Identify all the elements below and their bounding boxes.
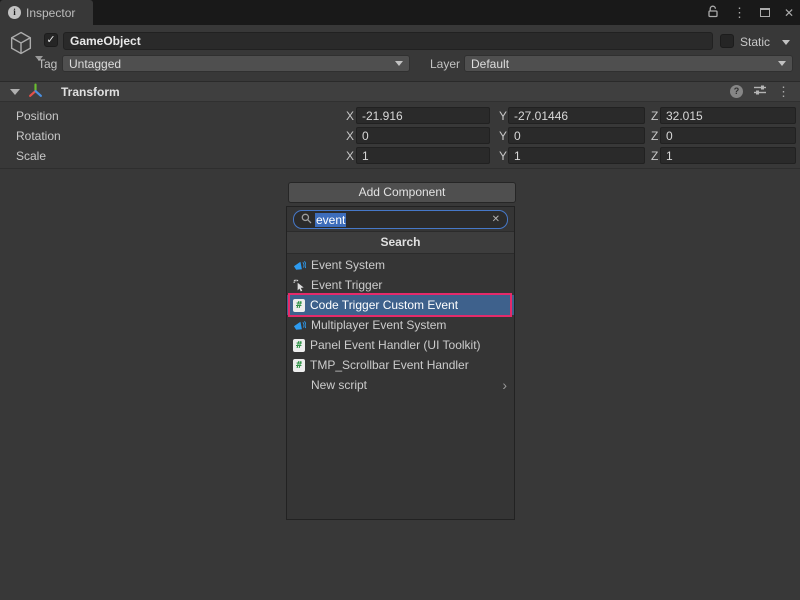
list-item-event-system[interactable]: Event System [287, 255, 514, 275]
list-item-label: Event System [311, 258, 385, 272]
axis-y-label[interactable]: Y [499, 129, 507, 143]
chevron-down-icon [395, 61, 403, 66]
component-search-input[interactable]: event ✕ [293, 210, 508, 229]
list-item-new-script[interactable]: New script › [287, 375, 514, 395]
axis-y-label[interactable]: Y [499, 149, 507, 163]
add-component-button[interactable]: Add Component [288, 182, 516, 203]
list-item-multiplayer-event-system[interactable]: Multiplayer Event System [287, 315, 514, 335]
layer-label: Layer [430, 57, 460, 71]
axis-x-label[interactable]: X [346, 129, 354, 143]
list-item-label: Panel Event Handler (UI Toolkit) [310, 338, 481, 352]
tag-dropdown[interactable]: Untagged [62, 55, 410, 72]
chevron-down-icon [778, 61, 786, 66]
script-icon: # [293, 359, 305, 372]
list-item-label: New script [311, 378, 367, 392]
foldout-arrow-icon[interactable] [10, 89, 20, 95]
axis-z-label[interactable]: Z [651, 129, 658, 143]
component-divider [0, 168, 800, 169]
search-icon [301, 213, 312, 227]
gameobject-cube-icon[interactable] [7, 29, 41, 63]
transform-axes-icon [28, 83, 43, 101]
list-item-tmp-scrollbar-event-handler[interactable]: # TMP_Scrollbar Event Handler [287, 355, 514, 375]
event-system-icon [293, 319, 306, 332]
window-controls: ⋮ ✕ [707, 0, 794, 25]
static-dropdown-icon[interactable] [782, 40, 790, 45]
search-results-header: Search [287, 231, 514, 254]
static-label: Static [740, 35, 770, 49]
row-label-scale: Scale [16, 149, 46, 163]
rotation-z-field[interactable] [660, 127, 796, 144]
list-item-label: Event Trigger [311, 278, 382, 292]
add-component-popup: event ✕ Search Event System [286, 206, 515, 520]
kebab-menu-icon[interactable]: ⋮ [777, 85, 790, 98]
rotation-y-field[interactable] [508, 127, 645, 144]
row-label-rotation: Rotation [16, 129, 61, 143]
event-system-icon [293, 259, 306, 272]
close-icon[interactable]: ✕ [784, 7, 794, 19]
script-icon: # [293, 339, 305, 352]
tag-value: Untagged [69, 57, 121, 71]
help-icon[interactable]: ? [730, 85, 743, 98]
rotation-x-field[interactable] [356, 127, 490, 144]
position-z-field[interactable] [660, 107, 796, 124]
scale-x-field[interactable] [356, 147, 490, 164]
maximize-icon[interactable] [760, 8, 770, 17]
transform-component-header[interactable]: Transform ? ⋮ [0, 81, 800, 102]
info-icon: i [8, 6, 21, 19]
axis-x-label[interactable]: X [346, 149, 354, 163]
list-item-code-trigger-custom-event[interactable]: # Code Trigger Custom Event [287, 295, 514, 315]
list-item-event-trigger[interactable]: Event Trigger [287, 275, 514, 295]
title-bar: i Inspector ⋮ ✕ [0, 0, 800, 25]
chevron-right-icon: › [502, 378, 507, 392]
tag-label: Tag [38, 57, 57, 71]
list-item-label: Multiplayer Event System [311, 318, 446, 332]
position-y-field[interactable] [508, 107, 645, 124]
layer-value: Default [471, 57, 509, 71]
component-title: Transform [61, 85, 120, 99]
list-item-label: Code Trigger Custom Event [310, 298, 458, 312]
clear-search-icon[interactable]: ✕ [492, 214, 500, 225]
position-x-field[interactable] [356, 107, 490, 124]
tab-label: Inspector [26, 6, 75, 20]
scale-y-field[interactable] [508, 147, 645, 164]
presets-icon[interactable] [753, 83, 767, 100]
script-icon: # [293, 299, 305, 312]
kebab-menu-icon[interactable]: ⋮ [733, 6, 746, 19]
layer-dropdown[interactable]: Default [464, 55, 793, 72]
row-label-position: Position [16, 109, 59, 123]
static-checkbox[interactable] [720, 34, 734, 48]
list-item-panel-event-handler[interactable]: # Panel Event Handler (UI Toolkit) [287, 335, 514, 355]
lock-icon[interactable] [707, 5, 719, 21]
event-trigger-icon [293, 279, 306, 292]
active-checkbox[interactable]: ✓ [44, 33, 58, 47]
search-text-selected: event [315, 213, 346, 227]
tab-inspector[interactable]: i Inspector [0, 0, 93, 25]
component-list: Event System Event Trigger # Code Tr [287, 255, 514, 395]
axis-z-label[interactable]: Z [651, 149, 658, 163]
axis-y-label[interactable]: Y [499, 109, 507, 123]
gameobject-name-field[interactable] [63, 32, 713, 50]
scale-z-field[interactable] [660, 147, 796, 164]
axis-z-label[interactable]: Z [651, 109, 658, 123]
check-icon: ✓ [46, 34, 55, 46]
axis-x-label[interactable]: X [346, 109, 354, 123]
list-item-label: TMP_Scrollbar Event Handler [310, 358, 469, 372]
